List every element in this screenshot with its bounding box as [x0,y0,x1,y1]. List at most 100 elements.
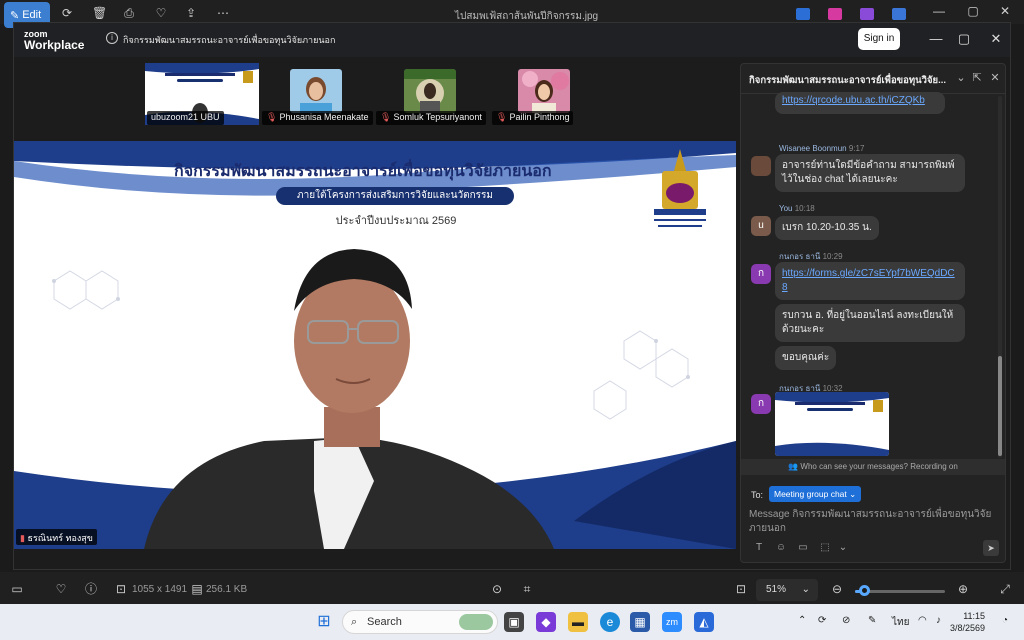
dimensions-icon: ⊡ [115,582,127,596]
input-language[interactable]: ไทย [892,615,909,630]
taskbar-search[interactable]: ⌕ Search [342,610,498,634]
chevron-down-icon[interactable]: ⌄ [837,542,849,554]
chat-image-attachment[interactable] [775,392,889,456]
viewer-status-bar: ▭ ♡ ⓘ ⊡ 1055 x 1491 ▤ 256.1 KB ⊙ ⌗ ⊡ 51%… [0,572,1024,604]
info-icon[interactable]: i [106,32,118,44]
store-icon[interactable]: ▦ [630,612,650,632]
participant-avatar[interactable] [404,69,456,113]
text-format-icon[interactable]: T [753,542,765,554]
file-icon[interactable]: ▭ [797,542,809,554]
app-icon-2[interactable] [828,8,842,20]
chat-link[interactable]: https://qrcode.ubu.ac.th/iCZQKb [782,95,925,106]
avatar: ก [751,264,771,284]
participant-name-4: 🎙 Pailin Pinthong [492,111,574,125]
copilot-icon[interactable]: ◆ [536,612,556,632]
app-icon-3[interactable] [860,8,874,20]
participant-name: ubuzoom21 UBU [147,111,224,125]
speaker-video [144,249,554,549]
participant-avatar[interactable] [290,69,342,113]
search-placeholder: Search [367,616,402,628]
chevron-down-icon[interactable]: ⌄ [955,72,967,84]
windows-start-icon[interactable]: ⊞ [314,612,334,632]
chat-privacy-notice[interactable]: 👥 Who can see your messages? Recording o… [741,459,1005,475]
rotate-icon[interactable]: ⟳ [60,6,74,20]
visual-search-icon[interactable]: ⊙ [490,582,504,596]
taskbar: ⊞ ⌕ Search ▣ ◆ ▬ e ▦ zm ◭ ⌃ ⟳ ⊘ ✎ ไทย ◠ … [0,604,1024,640]
viewer-title-bar: ✎ Edit ⟳ 🗑 ⎙ ♡ ⇪ ⋯ ไปสมพเฟ้สถาส้นพันปีกิ… [0,0,1024,28]
close-icon[interactable]: ✕ [998,4,1012,18]
close-icon[interactable]: ✕ [988,31,1004,47]
filmstrip-icon[interactable]: ▭ [10,582,24,596]
maximize-icon[interactable]: ▢ [966,4,980,18]
text-extract-icon[interactable]: ⌗ [520,582,534,596]
meeting-title: กิจกรรมพัฒนาสมรรถนะอาจารย์เพื่อขอทุนวิจั… [123,35,336,45]
mic-muted-icon: 🎙 [380,112,392,122]
zoom-slider-handle[interactable] [859,585,870,596]
edge-icon[interactable]: e [600,612,620,632]
chat-message-input[interactable]: Message กิจกรรมพัฒนาสมรรถนะอาจารย์เพื่อข… [749,508,997,536]
info-icon[interactable]: ⓘ [84,582,98,596]
participant-name-3: 🎙 Somluk Tepsuriyanont [376,111,486,125]
notification-icon[interactable]: ◔ [1002,615,1008,626]
avatar [751,156,771,176]
participant-avatar[interactable] [518,69,570,113]
minimize-icon[interactable]: — [932,4,946,18]
image-dimensions: 1055 x 1491 [132,584,188,595]
chevron-down-icon: ⌄ [849,489,857,499]
edit-icon: ✎ [10,9,20,22]
app-icon-1[interactable] [796,8,810,20]
chat-message: เบรก 10.20-10.35 น. [775,216,879,240]
pop-out-icon[interactable]: ⇱ [971,72,983,84]
send-icon: ➤ [987,543,995,553]
pen-icon[interactable]: ✎ [868,615,876,626]
favorite-icon[interactable]: ♡ [54,582,68,596]
participant-name-2: 🎙 Phusanisa Meenakate [262,111,373,125]
network-off-icon[interactable]: ⊘ [842,615,850,626]
task-view-icon[interactable]: ▣ [504,612,524,632]
wifi-icon[interactable]: ◠ [918,615,927,626]
zoom-logo-bottom: Workplace [24,38,85,52]
delete-icon[interactable]: 🗑 [92,6,107,20]
chat-link[interactable]: https://forms.gle/zC7sEYpf7bWEQdDC8 [782,268,955,293]
close-icon[interactable]: ✕ [989,72,1001,84]
chat-message: https://forms.gle/zC7sEYpf7bWEQdDC8 [775,262,965,300]
clock-date: 3/8/2569 [950,623,986,633]
print-icon[interactable]: ⎙ [122,6,136,20]
zoom-in-icon[interactable]: ⊕ [956,582,970,596]
zoom-title-bar: zoom Workplace i กิจกรรมพัฒนาสมรรถนะอาจา… [14,23,1010,57]
search-icon: ⌕ [351,616,358,628]
minimize-icon[interactable]: — [928,31,944,47]
zoom-logo: zoom Workplace [24,30,85,52]
message-sender: Wisanee Boonmun 9:17 [779,144,865,153]
sync-icon[interactable]: ⟳ [818,615,826,626]
volume-icon[interactable]: ♪ [936,615,941,626]
shared-screen: กิจกรรมพัฒนาสมรรถนะอาจารย์เพื่อขอทุนวิจั… [14,141,736,549]
chat-message: ขอบคุณค่ะ [775,346,837,370]
maximize-icon[interactable]: ▢ [956,31,972,47]
recipient-select[interactable]: Meeting group chat ⌄ [769,486,861,502]
file-explorer-icon[interactable]: ▬ [568,612,588,632]
system-clock[interactable]: 11:15 3/8/2569 [950,610,985,634]
slide-subtitle: ภายใต้โครงการส่งเสริมการวิจัยและนวัตกรรม [276,187,514,205]
sign-in-button[interactable]: Sign in [858,28,900,50]
favorite-icon[interactable]: ♡ [154,6,168,20]
fullscreen-icon[interactable]: ⤢ [998,582,1012,596]
zoom-out-icon[interactable]: ⊖ [830,582,844,596]
emoji-icon[interactable]: ☺ [775,542,787,554]
app-icon-4[interactable] [892,8,906,20]
share-icon[interactable]: ⇪ [184,6,198,20]
zoom-level-select[interactable]: 51% ⌄ [756,579,818,601]
fit-screen-icon[interactable]: ⊡ [734,582,748,596]
send-button[interactable]: ➤ [983,540,999,556]
chat-header: กิจกรรมพัฒนาสมรรถนะอาจารย์เพื่อขอทุนวิจั… [741,64,1005,94]
recipient-label: To: [751,490,764,500]
search-highlight-icon [459,614,493,630]
screenshot-icon[interactable]: ⬚ [819,542,831,554]
zoom-app-icon[interactable]: zm [662,612,682,632]
chat-scrollbar-thumb[interactable] [998,356,1002,456]
photos-icon[interactable]: ◭ [694,612,714,632]
chevron-up-icon[interactable]: ⌃ [798,615,806,626]
slide-year: ประจำปีงบประมาณ 2569 [335,215,457,227]
more-icon[interactable]: ⋯ [216,6,230,20]
chat-title: กิจกรรมพัฒนาสมรรถนะอาจารย์เพื่อขอทุนวิจั… [749,75,946,86]
